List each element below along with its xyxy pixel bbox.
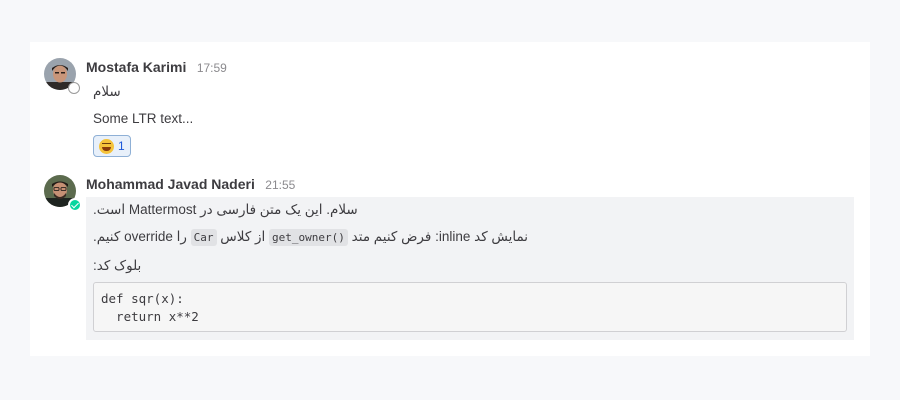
post-time[interactable]: 17:59 bbox=[197, 61, 227, 75]
inline-code: get_owner() bbox=[269, 229, 348, 246]
status-offline-icon bbox=[68, 82, 80, 94]
post-author[interactable]: Mostafa Karimi bbox=[86, 59, 186, 75]
joy-emoji-icon bbox=[99, 138, 114, 154]
reaction-count: 1 bbox=[118, 139, 125, 153]
message-text: بلوک کد: bbox=[93, 258, 142, 273]
post-header: Mostafa Karimi 17:59 bbox=[86, 59, 227, 77]
post-author[interactable]: Mohammad Javad Naderi bbox=[86, 176, 255, 192]
post-time[interactable]: 21:55 bbox=[265, 178, 295, 192]
message-text: سلام bbox=[93, 84, 121, 99]
post-header: Mohammad Javad Naderi 21:55 bbox=[86, 176, 295, 194]
status-online-icon bbox=[68, 198, 82, 212]
channel-view: Mostafa Karimi 17:59 سلام Some LTR text.… bbox=[30, 42, 870, 356]
message-text: Some LTR text... bbox=[93, 111, 194, 126]
message-text: سلام. این یک متن فارسی در Mattermost است… bbox=[93, 202, 358, 217]
code-block[interactable]: def sqr(x): return x**2 bbox=[93, 282, 847, 332]
message-text-part: نمایش کد inline: فرض کنیم متد bbox=[351, 229, 529, 244]
message-text-part: را override کنیم. bbox=[93, 229, 187, 244]
message-text-part: از کلاس bbox=[220, 229, 266, 244]
inline-code: Car bbox=[190, 229, 217, 246]
reaction-button[interactable]: 1 bbox=[93, 135, 131, 157]
message-text: نمایش کد inline: فرض کنیم متد get_owner(… bbox=[93, 229, 529, 246]
avatar[interactable] bbox=[44, 58, 80, 94]
avatar[interactable] bbox=[44, 175, 82, 212]
